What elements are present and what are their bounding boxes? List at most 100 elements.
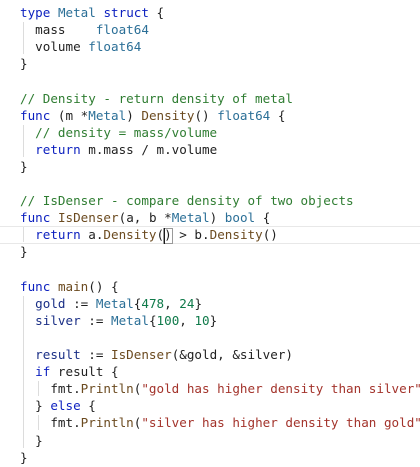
code-token: // density = mass/volume <box>35 124 218 140</box>
code-line[interactable]: } else { <box>20 397 96 414</box>
code-line[interactable]: volume float64 <box>20 38 141 55</box>
code-token: } <box>20 398 51 414</box>
code-line[interactable]: // Density - return density of metal <box>20 90 293 107</box>
code-token: 24 <box>179 295 195 311</box>
code-token: } <box>20 244 28 260</box>
code-token: IsDenser <box>111 347 172 362</box>
code-token: := <box>65 295 96 311</box>
code-token: (m * <box>50 107 89 123</box>
code-token: Metal <box>57 5 96 20</box>
code-token: float64 <box>217 107 271 123</box>
code-line[interactable]: func (m *Metal) Density() float64 { <box>20 107 285 124</box>
indent-guide <box>38 415 40 431</box>
code-token: 478 <box>141 295 165 311</box>
code-token: 10 <box>194 312 210 328</box>
code-token: , <box>179 312 195 328</box>
code-line[interactable]: // density = mass/volume <box>20 124 217 141</box>
code-token: } <box>194 295 203 311</box>
code-line[interactable]: // IsDenser - compare density of two obj… <box>20 192 354 209</box>
code-token: Metal <box>111 312 149 328</box>
code-token: func <box>20 107 51 123</box>
code-token: func <box>20 278 51 294</box>
code-line[interactable]: func IsDenser(a, b *Metal) bool { <box>20 209 270 226</box>
code-token: m.mass / m.volume <box>80 141 218 157</box>
code-token: 100 <box>156 312 180 328</box>
code-token: , <box>164 295 180 311</box>
code-token: Density <box>141 107 195 123</box>
code-token: ) <box>126 107 142 123</box>
code-token: IsDenser <box>57 210 119 226</box>
text-cursor <box>164 227 166 244</box>
code-token: else <box>50 398 81 414</box>
code-token: } <box>20 56 28 72</box>
code-token: { <box>148 5 165 20</box>
code-token: (a, b * <box>118 210 172 226</box>
code-token: // Density - return density of metal <box>20 90 293 106</box>
code-token: Println <box>80 381 134 397</box>
code-token: { <box>270 107 286 123</box>
code-token: { <box>255 210 271 226</box>
code-token: result { <box>50 364 119 380</box>
code-token: bool <box>224 210 256 226</box>
code-line[interactable]: fmt.Println("silver has higher density t… <box>20 414 420 431</box>
code-line[interactable]: result := IsDenser(&gold, &silver) <box>20 346 293 363</box>
code-line[interactable]: if result { <box>20 363 119 380</box>
code-line[interactable]: } <box>20 158 28 175</box>
code-token: () { <box>88 278 119 294</box>
code-token: volume <box>20 39 89 55</box>
code-token: := <box>80 347 112 362</box>
code-token: > b. <box>171 227 210 243</box>
code-token: (&gold, &silver) <box>171 347 294 362</box>
code-token: "silver has higher density than gold" <box>141 415 420 431</box>
code-line[interactable]: func main() { <box>20 278 119 295</box>
code-token: float64 <box>95 22 149 38</box>
code-token: } <box>20 449 28 465</box>
code-token: "gold has higher density than silver" <box>141 381 420 397</box>
code-token: } <box>209 312 218 328</box>
code-line[interactable]: gold := Metal{478, 24} <box>20 295 202 312</box>
code-token: result <box>35 347 81 362</box>
code-token: () <box>194 107 218 123</box>
code-token: { <box>80 398 96 414</box>
code-token: Density <box>209 227 263 243</box>
code-token: return <box>35 141 81 157</box>
code-token: Metal <box>88 107 127 123</box>
code-token: return <box>35 227 81 243</box>
code-token: Println <box>80 415 134 431</box>
indent-guide <box>23 22 25 55</box>
code-token: () <box>262 227 278 243</box>
code-line[interactable]: silver := Metal{100, 10} <box>20 312 217 329</box>
code-token: { <box>148 312 157 328</box>
indent-guide <box>38 381 40 397</box>
code-line[interactable]: return a.Density() > b.Density() <box>20 226 278 243</box>
code-token: float64 <box>88 39 142 55</box>
code-token: silver <box>35 312 81 328</box>
code-token: fmt. <box>20 415 81 431</box>
code-token: } <box>20 158 28 174</box>
code-token: ) <box>209 210 225 226</box>
code-line[interactable]: } <box>20 55 28 72</box>
code-line[interactable]: mass float64 <box>20 21 149 38</box>
code-token: a. <box>80 227 104 243</box>
code-line[interactable]: fmt.Println("gold has higher density tha… <box>20 380 420 397</box>
code-token: type <box>20 5 51 20</box>
code-line[interactable]: } <box>20 449 28 466</box>
code-token: := <box>80 312 112 328</box>
indent-guide <box>23 124 25 157</box>
code-token: Density <box>103 227 157 243</box>
code-editor[interactable]: type Metal struct { mass float64 volume … <box>0 0 420 467</box>
code-token: if <box>35 364 51 380</box>
code-line[interactable]: type Metal struct { <box>20 4 164 21</box>
code-token: mass <box>20 22 96 38</box>
code-token: Metal <box>171 210 210 226</box>
indent-guide <box>23 295 25 448</box>
code-token: fmt. <box>20 381 81 397</box>
code-line[interactable]: return m.mass / m.volume <box>20 141 217 158</box>
code-line[interactable]: } <box>20 243 28 260</box>
code-token: Metal <box>95 295 134 311</box>
indent-guide <box>23 227 25 243</box>
code-token: struct <box>103 5 149 20</box>
